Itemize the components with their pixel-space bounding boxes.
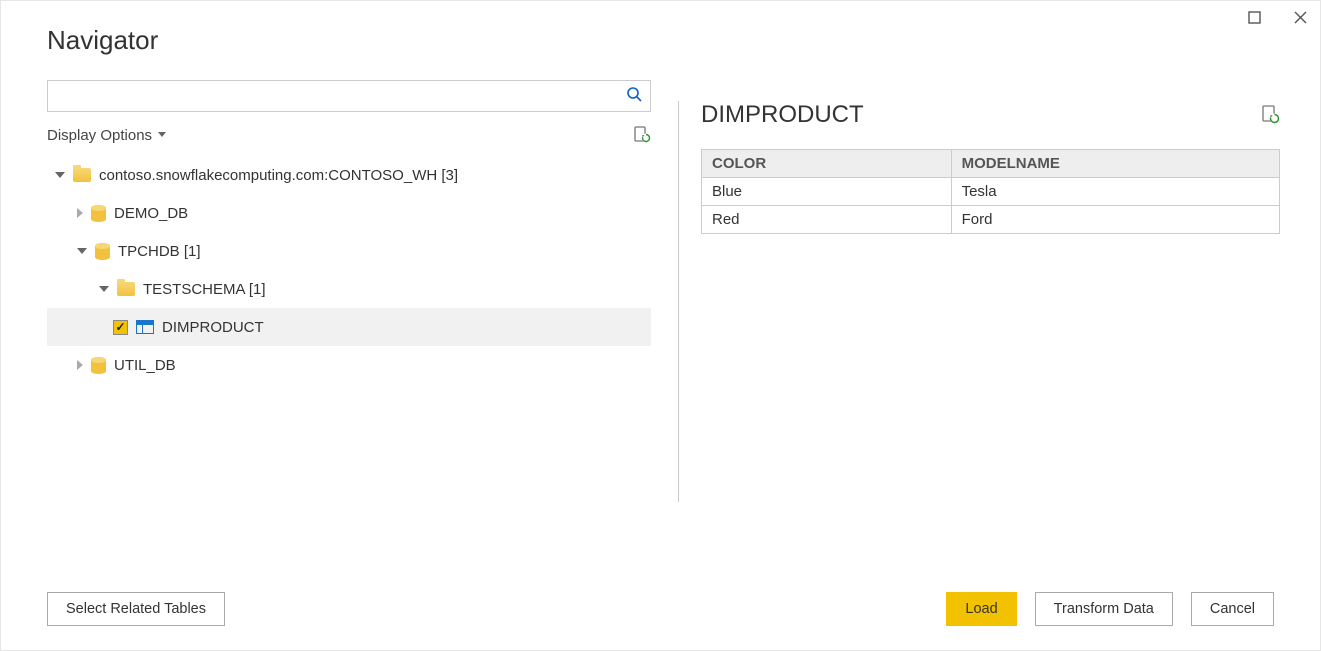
search-button[interactable] [617,80,651,112]
tree-node-dimproduct[interactable]: ✓ DIMPRODUCT [47,308,651,346]
tree-node-label: contoso.snowflakecomputing.com:CONTOSO_W… [99,167,458,184]
tree-node-label: UTIL_DB [114,357,176,374]
table-cell: Red [702,206,952,234]
window-controls [1246,9,1308,25]
tree-node-root[interactable]: contoso.snowflakecomputing.com:CONTOSO_W… [47,156,651,194]
database-icon [91,357,106,374]
dialog-footer: Select Related Tables Load Transform Dat… [1,592,1320,650]
database-icon [95,243,110,260]
folder-icon [73,168,91,182]
folder-icon [117,282,135,296]
refresh-tree-button[interactable] [633,126,651,144]
panel-divider [678,101,679,502]
table-cell: Tesla [951,178,1279,206]
chevron-down-icon [158,132,166,137]
tree-node-label: DEMO_DB [114,205,188,222]
navigation-tree: contoso.snowflakecomputing.com:CONTOSO_W… [47,156,651,384]
left-panel: Navigator Display Options [1,1,656,592]
checkbox-checked-icon[interactable]: ✓ [113,320,128,335]
table-row: Red Ford [702,206,1280,234]
table-header-row: COLOR MODELNAME [702,150,1280,178]
preview-title: DIMPRODUCT [701,101,864,129]
table-cell: Ford [951,206,1279,234]
table-icon [136,320,154,334]
collapse-icon[interactable] [55,172,65,178]
tree-node-label: DIMPRODUCT [162,319,264,336]
close-icon[interactable] [1292,9,1308,25]
search-input[interactable] [47,80,617,112]
search-row [47,80,651,112]
tree-node-label: TESTSCHEMA [1] [143,281,266,298]
tree-node-testschema[interactable]: TESTSCHEMA [1] [47,270,651,308]
tree-node-util-db[interactable]: UTIL_DB [47,346,651,384]
tree-node-demo-db[interactable]: DEMO_DB [47,194,651,232]
display-options-dropdown[interactable]: Display Options [47,127,166,144]
display-options-row: Display Options [47,126,651,144]
preview-header: DIMPRODUCT [701,101,1280,129]
search-icon [626,86,642,107]
collapse-icon[interactable] [77,248,87,254]
column-header[interactable]: COLOR [702,150,952,178]
right-panel: DIMPRODUCT COLOR MODELNAME [701,1,1320,592]
preview-table: COLOR MODELNAME Blue Tesla Red Ford [701,149,1280,234]
load-button[interactable]: Load [946,592,1016,626]
column-header[interactable]: MODELNAME [951,150,1279,178]
navigator-dialog: Navigator Display Options [0,0,1321,651]
database-icon [91,205,106,222]
tree-node-tpchdb[interactable]: TPCHDB [1] [47,232,651,270]
table-cell: Blue [702,178,952,206]
expand-icon[interactable] [77,208,83,218]
tree-node-label: TPCHDB [1] [118,243,201,260]
cancel-button[interactable]: Cancel [1191,592,1274,626]
select-related-tables-button[interactable]: Select Related Tables [47,592,225,626]
refresh-preview-button[interactable] [1260,105,1280,125]
dialog-title: Navigator [47,25,656,56]
content-area: Navigator Display Options [1,1,1320,592]
footer-right-buttons: Load Transform Data Cancel [946,592,1274,626]
collapse-icon[interactable] [99,286,109,292]
transform-data-button[interactable]: Transform Data [1035,592,1173,626]
expand-icon[interactable] [77,360,83,370]
table-row: Blue Tesla [702,178,1280,206]
maximize-icon[interactable] [1246,9,1262,25]
display-options-label: Display Options [47,127,152,144]
